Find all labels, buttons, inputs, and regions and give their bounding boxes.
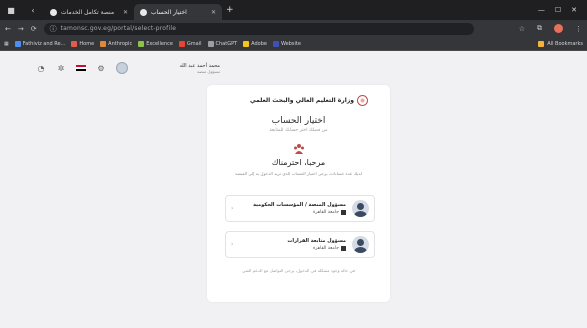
profile-avatar[interactable] [554, 24, 563, 33]
browser-tab[interactable]: منصة تكامل الخدمات ✕ [44, 4, 134, 20]
bookmark-star-icon[interactable]: ☆ [519, 25, 525, 33]
back-icon[interactable]: ← [5, 25, 11, 33]
bookmark-item[interactable]: Adobe [243, 40, 267, 47]
welcome-description: لديك عدة حسابات، يرجى اختيار الحساب الذي… [235, 171, 362, 176]
tab-close-icon[interactable]: ✕ [211, 9, 216, 16]
page-content: محمد أحمد عبد الله مسؤول منصة ⚙ ✲ ◔ وزار… [0, 51, 587, 328]
all-bookmarks[interactable]: All Bookmarks [538, 40, 583, 47]
browser-tab-bar: ■ ‹ منصة تكامل الخدمات ✕ اختيار الحساب ✕… [0, 0, 587, 20]
window-menu-icon[interactable]: ■ [0, 0, 22, 20]
site-header: محمد أحمد عبد الله مسؤول منصة ⚙ ✲ ◔ [10, 55, 220, 81]
page-title: اختيار الحساب [271, 116, 326, 126]
menu-icon[interactable]: ⋮ [575, 25, 582, 33]
account-avatar [352, 236, 369, 253]
chevron-left-icon: ‹ [231, 205, 234, 212]
account-option[interactable]: مسؤول متابعة القرارات جامعة القاهرة ‹ [225, 231, 375, 258]
tab-label: منصة تكامل الخدمات [61, 8, 115, 16]
gear-icon[interactable]: ✲ [56, 63, 66, 73]
browser-toolbar: ← → ⟳ ⓘ tamonsc.gov.eg/portal/select-pro… [0, 20, 587, 37]
maximize-icon[interactable]: ☐ [555, 6, 561, 14]
url-text: tamonsc.gov.eg/portal/select-profile [60, 25, 177, 32]
tab-close-icon[interactable]: ✕ [123, 9, 128, 16]
site-info-icon[interactable]: ⓘ [50, 24, 57, 34]
tab-search-icon[interactable]: ‹ [22, 0, 44, 20]
egypt-flag-icon[interactable] [76, 64, 86, 72]
bookmark-item[interactable]: Home [71, 40, 94, 47]
ministry-name: وزارة التعليم العالي والبحث العلمي [249, 97, 354, 104]
account-role: مسؤول متابعة القرارات [287, 238, 346, 244]
browser-tab-active[interactable]: اختيار الحساب ✕ [134, 4, 222, 20]
settings-icon[interactable]: ⚙ [96, 63, 106, 73]
bookmark-item[interactable]: ChatGPT [207, 40, 237, 47]
team-icon [294, 144, 304, 154]
welcome-heading: مرحبا، احترمناك [271, 158, 326, 167]
account-avatar [352, 200, 369, 217]
bookmark-item[interactable]: Gmail [178, 40, 202, 47]
building-icon [341, 210, 346, 215]
bookmark-item[interactable]: Excellence [138, 40, 173, 47]
ministry-header: وزارة التعليم العالي والبحث العلمي [250, 95, 368, 106]
address-bar[interactable]: ⓘ tamonsc.gov.eg/portal/select-profile [43, 22, 474, 35]
bookmark-item[interactable]: Fathiviz and Re... [14, 40, 65, 47]
support-note: في حالة وجود مشكلة في الدخول، يرجى التوا… [241, 268, 356, 273]
user-info[interactable]: محمد أحمد عبد الله مسؤول منصة [138, 63, 220, 74]
close-window-icon[interactable]: ✕ [571, 6, 577, 14]
bookmark-item[interactable]: Website [272, 40, 301, 47]
reload-icon[interactable]: ⟳ [31, 25, 37, 33]
account-option[interactable]: مسؤول المنصة / المؤسسات الحكومية جامعة ا… [225, 195, 375, 222]
extensions-icon[interactable]: ⧉ [537, 24, 542, 33]
chevron-left-icon: ‹ [231, 241, 234, 248]
account-organization: جامعة القاهرة [312, 246, 339, 251]
page-subtitle: من فضلك اختر حسابك للمتابعة [269, 128, 328, 133]
notification-icon[interactable]: ◔ [36, 63, 46, 73]
account-organization: جامعة القاهرة [312, 210, 339, 215]
apps-icon[interactable]: ▦ [4, 41, 9, 47]
tab-favicon-icon [50, 8, 57, 16]
forward-icon[interactable]: → [18, 25, 24, 33]
ministry-logo [357, 95, 368, 106]
avatar[interactable] [116, 62, 128, 74]
minimize-icon[interactable]: — [538, 6, 545, 14]
building-icon [341, 246, 346, 251]
account-selection-card: وزارة التعليم العالي والبحث العلمي اختيا… [207, 85, 390, 302]
bookmarks-bar: ▦ Fathiviz and Re... Home Anthropic Exce… [0, 37, 587, 51]
tab-label: اختيار الحساب [151, 8, 187, 16]
tab-favicon-icon [140, 8, 147, 16]
account-role: مسؤول المنصة / المؤسسات الحكومية [253, 202, 346, 208]
new-tab-icon[interactable]: + [226, 5, 234, 15]
bookmark-item[interactable]: Anthropic [100, 40, 132, 47]
